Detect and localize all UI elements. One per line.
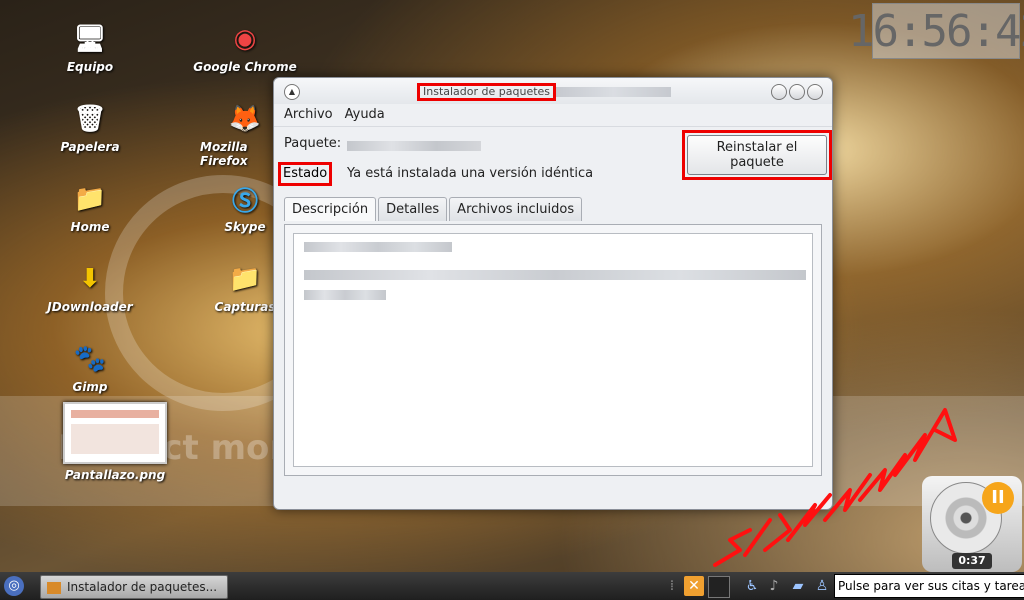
desktop-clock: 16:56:42 xyxy=(848,3,1024,59)
tray-separator: ⁞ xyxy=(669,578,675,594)
folder-icon: 📁 xyxy=(228,264,262,294)
desktop-icon-papelera[interactable]: 🗑 Papelera xyxy=(30,102,150,154)
maximize-button[interactable] xyxy=(789,84,805,100)
desktop-icon-label: Pantallazo.png xyxy=(64,468,166,482)
skype-icon: Ⓢ xyxy=(231,186,258,217)
jdownloader-icon: ⬇ xyxy=(79,264,101,294)
window-title: Instalador de paquetes xyxy=(417,83,557,101)
gimp-icon: 🐾 xyxy=(73,344,107,374)
folder-icon: 📁 xyxy=(73,184,107,214)
minimize-button[interactable] xyxy=(771,84,787,100)
media-player-widget[interactable]: II 0:37 xyxy=(922,476,1022,572)
blurred-text-line xyxy=(304,270,806,280)
tray-close-icon[interactable]: ✕ xyxy=(684,576,704,596)
desktop-icon-label: Equipo xyxy=(66,60,114,74)
tray-desktop-icon[interactable] xyxy=(708,576,730,598)
desktop-icon-label: Google Chrome xyxy=(193,60,297,74)
menubar: Archivo Ayuda xyxy=(274,104,832,127)
tab-detalles[interactable]: Detalles xyxy=(378,197,448,221)
desktop-icon-gimp[interactable]: 🐾 Gimp xyxy=(30,342,150,394)
computer-icon: 🖥 xyxy=(73,24,107,54)
desktop-icon-chrome[interactable]: ◉ Google Chrome xyxy=(185,22,305,74)
tab-descripcion[interactable]: Descripción xyxy=(284,197,377,221)
calendar-tooltip: Pulse para ver sus citas y tareas xyxy=(834,574,1024,598)
user-icon[interactable]: ♙ xyxy=(812,576,832,596)
tab-archivos-incluidos[interactable]: Archivos incluidos xyxy=(449,197,583,221)
image-thumbnail xyxy=(63,402,167,464)
network-icon[interactable]: ▰ xyxy=(788,576,808,596)
firefox-icon: 🦊 xyxy=(228,104,262,134)
desktop-icon-pantallazo[interactable]: Pantallazo.png xyxy=(55,402,175,482)
menu-ayuda[interactable]: Ayuda xyxy=(345,104,385,126)
accessibility-icon[interactable]: ♿ xyxy=(742,576,762,596)
close-button[interactable] xyxy=(807,84,823,100)
start-menu-icon[interactable]: ◎ xyxy=(4,576,24,596)
desktop-icon-label: Home xyxy=(70,220,110,234)
titlebar: ▲ Instalador de paquetes xyxy=(274,78,832,104)
blurred-text-line xyxy=(304,290,386,300)
desktop-icon-label: Gimp xyxy=(72,380,108,394)
desktop-icon-equipo[interactable]: 🖥 Equipo xyxy=(30,22,150,74)
reinstall-highlight: Reinstalar el paquete xyxy=(682,130,832,180)
window-menu-button[interactable]: ▲ xyxy=(284,84,300,100)
desktop-icon-label: Papelera xyxy=(60,140,120,154)
estado-label: Estado xyxy=(278,162,333,186)
desktop-icon-home[interactable]: 📁 Home xyxy=(30,182,150,234)
desktop-icon-label: JDownloader xyxy=(47,300,133,314)
estado-value: Ya está instalada una versión idéntica xyxy=(347,166,594,181)
package-label: Paquete: xyxy=(284,136,342,151)
playback-time: 0:37 xyxy=(952,553,992,569)
trash-icon: 🗑 xyxy=(73,104,107,134)
blurred-text-line xyxy=(304,242,452,252)
blurred-package-name xyxy=(347,141,481,151)
menu-archivo[interactable]: Archivo xyxy=(284,104,333,126)
desktop-icon-jdownloader[interactable]: ⬇ JDownloader xyxy=(30,262,150,314)
tab-bar: Descripción Detalles Archivos incluidos xyxy=(284,197,584,221)
pause-button[interactable]: II xyxy=(982,482,1014,514)
taskbar-item-label: Instalador de paquetes... xyxy=(67,580,218,594)
blurred-title-suffix xyxy=(556,87,671,97)
taskbar-item-installer[interactable]: Instalador de paquetes... xyxy=(40,575,228,599)
chrome-icon: ◉ xyxy=(233,24,257,54)
package-icon xyxy=(47,581,61,594)
music-note-icon[interactable]: ♪ xyxy=(764,576,784,596)
reinstall-button[interactable]: Reinstalar el paquete xyxy=(687,135,827,175)
